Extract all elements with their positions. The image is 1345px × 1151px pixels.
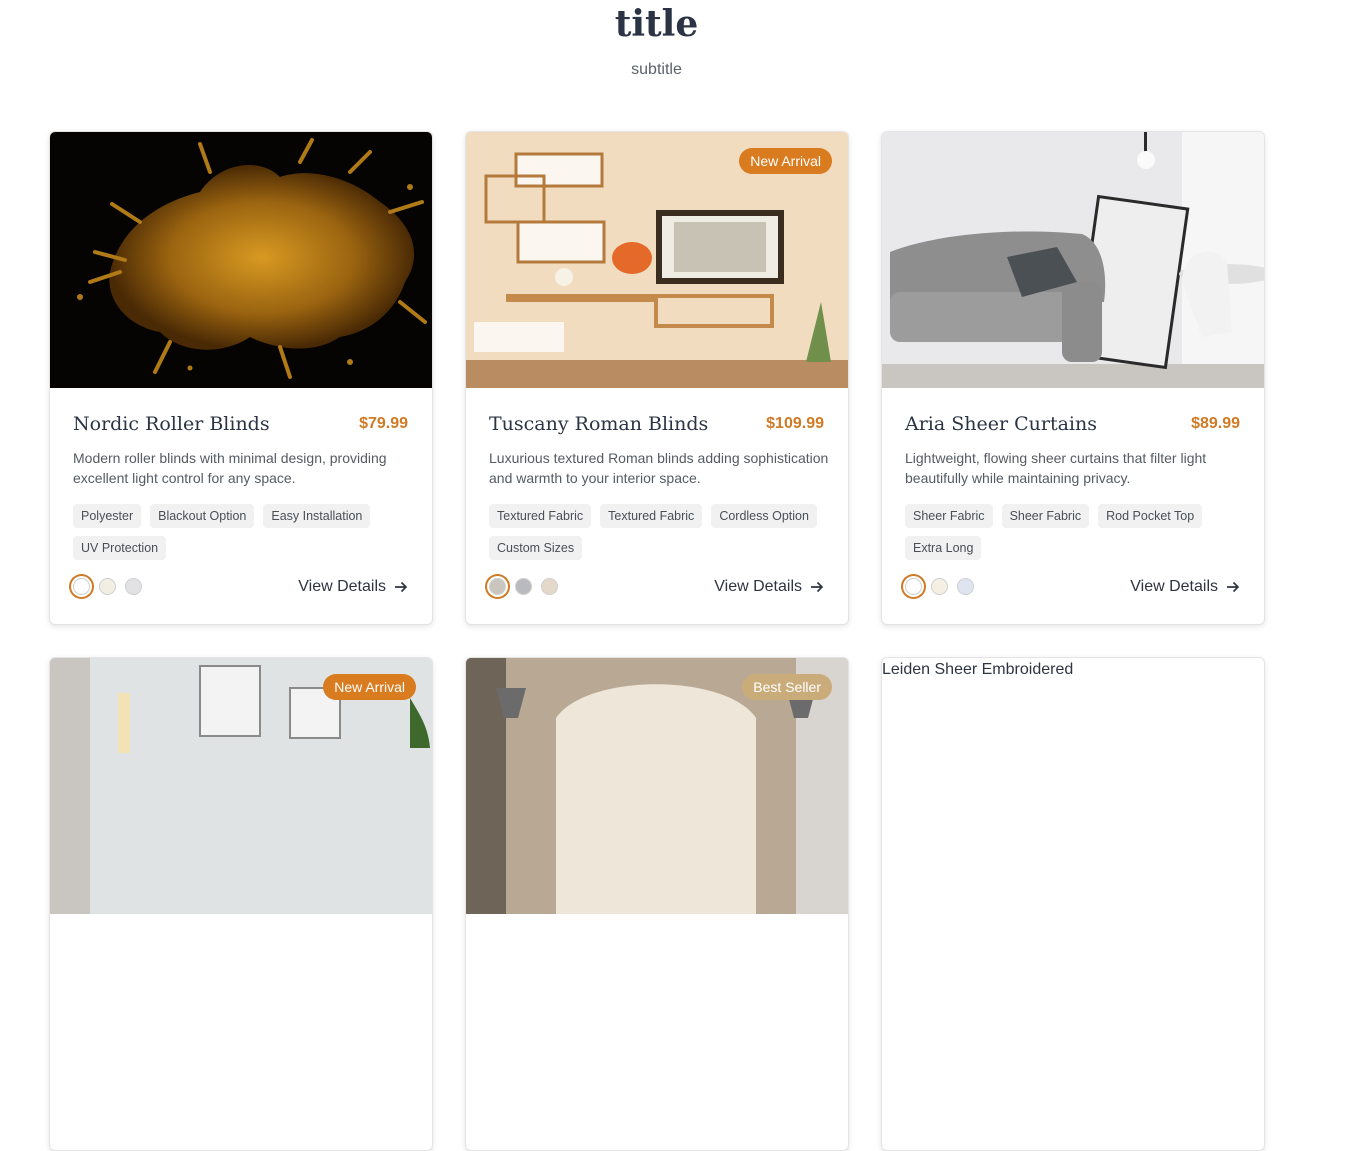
best-seller-badge: Best Seller [742, 674, 832, 700]
product-image[interactable]: New Arrival [466, 132, 848, 388]
tag-list: Polyester Blackout Option Easy Installat… [73, 504, 413, 560]
product-image[interactable]: New Arrival [50, 658, 432, 914]
page-title: title [614, 3, 699, 45]
product-card[interactable]: Leiden Sheer Embroidered [881, 657, 1265, 1151]
tag: Blackout Option [150, 504, 255, 528]
color-swatch[interactable] [125, 578, 142, 595]
product-name: Aria Sheer Curtains [905, 413, 1097, 435]
product-description: Modern roller blinds with minimal design… [73, 450, 387, 486]
product-name: Tuscany Roman Blinds [489, 413, 709, 435]
product-image[interactable] [882, 132, 1264, 388]
product-card[interactable]: New Arrival [49, 657, 433, 1151]
color-swatches [73, 578, 142, 595]
tag: Sheer Fabric [905, 504, 993, 528]
color-swatch[interactable] [957, 578, 974, 595]
view-details-link[interactable]: View Details [714, 578, 824, 596]
product-image[interactable] [50, 132, 432, 388]
tag: Textured Fabric [600, 504, 703, 528]
view-details-label: View Details [1130, 578, 1218, 595]
product-description: Luxurious textured Roman blinds adding s… [489, 450, 829, 486]
tag: Sheer Fabric [1001, 504, 1090, 528]
new-arrival-badge: New Arrival [323, 674, 416, 700]
product-name: Nordic Roller Blinds [73, 413, 270, 435]
product-price: $79.99 [359, 415, 408, 432]
gold-splash-image [50, 132, 432, 388]
product-card[interactable]: Best Seller [465, 657, 849, 1151]
tag: Extra Long [905, 536, 982, 560]
color-swatch[interactable] [931, 578, 948, 595]
color-swatch[interactable] [905, 578, 922, 595]
tag: Polyester [73, 504, 142, 528]
view-details-label: View Details [714, 578, 802, 595]
tag: Textured Fabric [489, 504, 592, 528]
color-swatch[interactable] [541, 578, 558, 595]
tag: Rod Pocket Top [1098, 504, 1203, 528]
product-card[interactable]: New Arrival Tuscany Roman Blinds $109.99… [465, 131, 849, 625]
arrow-right-icon [395, 581, 408, 593]
tag: Easy Installation [263, 504, 371, 528]
tag: UV Protection [73, 536, 167, 560]
view-details-label: View Details [298, 578, 386, 595]
product-card[interactable]: Aria Sheer Curtains $89.99 Lightweight, … [881, 131, 1265, 625]
new-arrival-badge: New Arrival [739, 148, 832, 174]
product-price: $109.99 [766, 415, 824, 432]
product-card[interactable]: Nordic Roller Blinds $79.99 Modern rolle… [49, 131, 433, 625]
tag-list: Sheer Fabric Sheer Fabric Rod Pocket Top… [905, 504, 1245, 560]
color-swatch[interactable] [99, 578, 116, 595]
tag: Cordless Option [711, 504, 817, 528]
product-price: $89.99 [1191, 415, 1240, 432]
color-swatches [489, 578, 558, 595]
arrow-right-icon [1227, 581, 1240, 593]
view-details-link[interactable]: View Details [298, 578, 408, 596]
grey-sofa-image [882, 132, 1264, 388]
product-image-broken[interactable]: Leiden Sheer Embroidered [882, 658, 1264, 914]
broken-image-alt-text: Leiden Sheer Embroidered [882, 661, 1074, 678]
color-swatch[interactable] [489, 578, 506, 595]
tag: Custom Sizes [489, 536, 583, 560]
color-swatch[interactable] [73, 578, 90, 595]
product-description: Lightweight, flowing sheer curtains that… [905, 450, 1207, 486]
product-image[interactable]: Best Seller [466, 658, 848, 914]
tag-list: Textured Fabric Textured Fabric Cordless… [489, 504, 829, 560]
color-swatch[interactable] [515, 578, 532, 595]
page-subtitle: subtitle [631, 61, 682, 78]
view-details-link[interactable]: View Details [1130, 578, 1240, 596]
arrow-right-icon [811, 581, 824, 593]
color-swatches [905, 578, 974, 595]
